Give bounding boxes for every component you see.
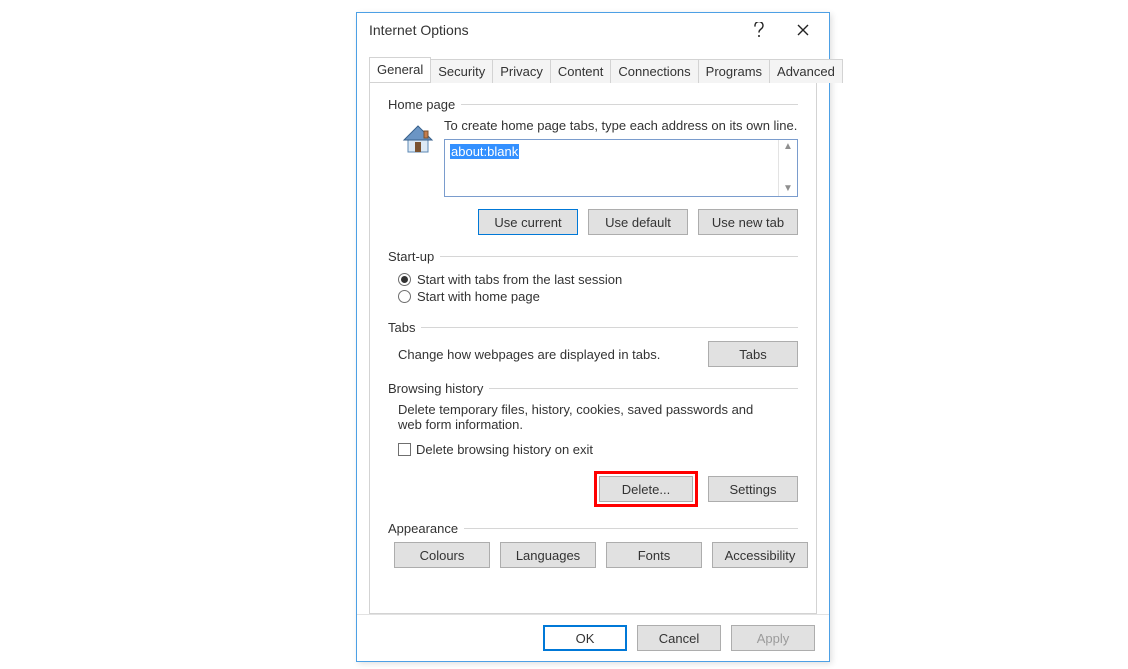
home-icon <box>398 118 438 158</box>
group-label-appearance: Appearance <box>388 521 464 536</box>
close-icon <box>797 24 809 36</box>
divider <box>461 104 798 105</box>
ok-button[interactable]: OK <box>543 625 627 651</box>
help-icon <box>753 22 765 38</box>
help-button[interactable] <box>737 15 781 45</box>
languages-button[interactable]: Languages <box>500 542 596 568</box>
radio-icon <box>398 273 411 286</box>
delete-history-button[interactable]: Delete... <box>599 476 693 502</box>
group-startup: Start-up Start with tabs from the last s… <box>388 249 798 314</box>
group-label-tabs: Tabs <box>388 320 421 335</box>
group-label-startup: Start-up <box>388 249 440 264</box>
tab-privacy[interactable]: Privacy <box>492 59 551 83</box>
group-label-history: Browsing history <box>388 381 489 396</box>
tab-advanced[interactable]: Advanced <box>769 59 843 83</box>
group-appearance: Appearance Colours Languages Fonts Acces… <box>388 521 798 576</box>
tabpanel-general: Home page To create home page tabs, type <box>369 82 817 614</box>
delete-button-highlight: Delete... <box>594 471 698 507</box>
accessibility-button[interactable]: Accessibility <box>712 542 808 568</box>
tabs-button[interactable]: Tabs <box>708 341 798 367</box>
radio-start-last-session[interactable]: Start with tabs from the last session <box>398 272 798 287</box>
history-settings-button[interactable]: Settings <box>708 476 798 502</box>
colours-button[interactable]: Colours <box>394 542 490 568</box>
group-browsing-history: Browsing history Delete temporary files,… <box>388 381 798 515</box>
group-tabs: Tabs Change how webpages are displayed i… <box>388 320 798 375</box>
dialog-footer: OK Cancel Apply <box>357 614 829 661</box>
scroll-down-icon: ▼ <box>783 184 793 194</box>
divider <box>464 528 798 529</box>
radio-start-home[interactable]: Start with home page <box>398 289 798 304</box>
use-new-tab-button[interactable]: Use new tab <box>698 209 798 235</box>
use-current-button[interactable]: Use current <box>478 209 578 235</box>
tab-general[interactable]: General <box>369 57 431 82</box>
checkbox-label: Delete browsing history on exit <box>416 442 593 457</box>
titlebar: Internet Options <box>357 13 829 47</box>
radio-label: Start with tabs from the last session <box>417 272 622 287</box>
home-intro-text: To create home page tabs, type each addr… <box>444 118 798 133</box>
history-description: Delete temporary files, history, cookies… <box>398 402 778 432</box>
home-input-scrollbar[interactable]: ▲ ▼ <box>778 140 797 196</box>
apply-button[interactable]: Apply <box>731 625 815 651</box>
scroll-up-icon: ▲ <box>783 142 793 152</box>
dialog-content: General Security Privacy Content Connect… <box>357 47 829 614</box>
tab-content[interactable]: Content <box>550 59 612 83</box>
divider <box>440 256 798 257</box>
radio-icon <box>398 290 411 303</box>
divider <box>421 327 798 328</box>
use-default-button[interactable]: Use default <box>588 209 688 235</box>
fonts-button[interactable]: Fonts <box>606 542 702 568</box>
radio-label: Start with home page <box>417 289 540 304</box>
checkbox-icon <box>398 443 411 456</box>
group-label-home: Home page <box>388 97 461 112</box>
home-page-value: about:blank <box>450 144 519 159</box>
internet-options-dialog: Internet Options General Security Privac… <box>356 12 830 662</box>
tab-programs[interactable]: Programs <box>698 59 770 83</box>
group-home-page: Home page To create home page tabs, type <box>388 97 798 243</box>
tabstrip: General Security Privacy Content Connect… <box>369 57 817 82</box>
tab-connections[interactable]: Connections <box>610 59 698 83</box>
tab-security[interactable]: Security <box>430 59 493 83</box>
cancel-button[interactable]: Cancel <box>637 625 721 651</box>
divider <box>489 388 798 389</box>
delete-on-exit-checkbox[interactable]: Delete browsing history on exit <box>398 442 798 457</box>
home-page-input[interactable]: about:blank ▲ ▼ <box>444 139 798 197</box>
tabs-description: Change how webpages are displayed in tab… <box>398 347 660 362</box>
window-title: Internet Options <box>369 22 737 38</box>
close-button[interactable] <box>781 15 825 45</box>
